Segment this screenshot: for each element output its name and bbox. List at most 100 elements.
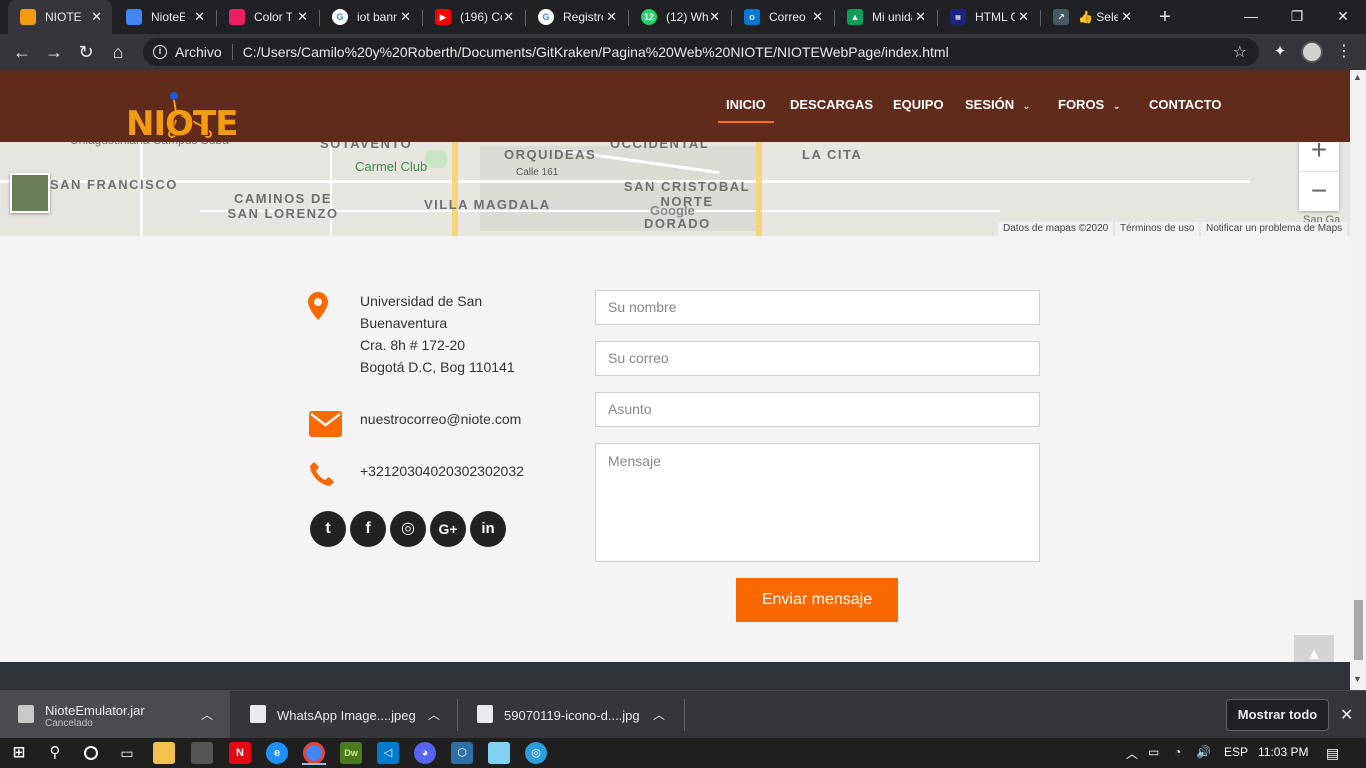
facebook-icon[interactable]: f [350, 511, 386, 547]
tab-close-icon[interactable]: ✕ [297, 9, 308, 25]
tab-drive[interactable]: ▲ Mi unidad ✕ [835, 0, 936, 34]
download-item[interactable]: NioteEmulator.jar Cancelado ︿ [0, 691, 230, 739]
store-icon[interactable] [191, 742, 213, 764]
phone-text[interactable]: +32120304020302302032 [360, 460, 524, 482]
tab-niote[interactable]: NIOTE ✕ [8, 0, 112, 34]
minimize-button[interactable]: — [1228, 0, 1274, 32]
cortana-icon[interactable] [80, 742, 102, 764]
notepad-icon[interactable] [488, 742, 510, 764]
file-explorer-icon[interactable] [153, 742, 175, 764]
chevron-up-icon[interactable]: ︿ [653, 706, 665, 723]
color-tool-favicon-icon [229, 9, 245, 25]
download-item[interactable]: WhatsApp Image....jpeg ︿ [232, 691, 457, 739]
clock[interactable]: 11:03 PM [1258, 745, 1308, 759]
google-plus-icon[interactable]: G+ [430, 511, 466, 547]
map-label: Carmel Club [355, 159, 428, 174]
battery-icon[interactable]: ▭ [1148, 745, 1159, 759]
map-report-link[interactable]: Notificar un problema de Maps [1201, 222, 1348, 236]
satellite-toggle[interactable] [10, 173, 50, 213]
nav-sesion[interactable]: SESIÓN ⌄ [965, 97, 1030, 112]
menu-kebab-icon[interactable]: ⋮ [1330, 38, 1358, 66]
reload-icon[interactable]: ↻ [72, 38, 100, 66]
tab-registro[interactable]: G Registro ✕ [526, 0, 627, 34]
tab-html-codes[interactable]: ▦ HTML Codes ✕ [938, 0, 1039, 34]
wifi-icon[interactable]: ◔ [1174, 745, 1181, 759]
vscode-icon[interactable]: ◁ [377, 742, 399, 764]
home-icon[interactable]: ⌂ [104, 38, 132, 66]
download-item[interactable]: 59070119-icono-d....jpg ︿ [459, 691, 684, 739]
tab-iot-banner[interactable]: G iot banner ✕ [320, 0, 421, 34]
zoom-out-button[interactable]: − [1299, 171, 1339, 211]
tray-chevron-icon[interactable]: ︿ [1126, 745, 1138, 762]
tab-close-icon[interactable]: ✕ [1018, 9, 1029, 25]
tab-close-icon[interactable]: ✕ [915, 9, 926, 25]
bookmark-star-icon[interactable]: ☆ [1233, 42, 1247, 62]
tab-whatsapp[interactable]: 12 (12) WhatsApp ✕ [629, 0, 730, 34]
tab-select[interactable]: ↗ 👍 Select ✕ [1041, 0, 1142, 34]
tab-close-icon[interactable]: ✕ [812, 9, 823, 25]
tab-correo[interactable]: o Correo ✕ [732, 0, 833, 34]
nav-foros[interactable]: FOROS ⌄ [1058, 97, 1120, 112]
scroll-down-icon[interactable]: ▼ [1353, 674, 1362, 684]
niote-logo[interactable]: NIOTE [126, 90, 258, 144]
nav-inicio[interactable]: INICIO [718, 97, 774, 123]
extensions-puzzle-icon[interactable]: ✦ [1266, 38, 1294, 66]
dreamweaver-icon[interactable]: Dw [340, 742, 362, 764]
tab-nioteemulator[interactable]: NioteEmulator ✕ [114, 0, 215, 34]
instagram-icon[interactable]: ◎ [390, 511, 426, 547]
scrollbar-thumb[interactable] [1354, 600, 1363, 660]
tab-close-icon[interactable]: ✕ [503, 9, 514, 25]
back-arrow-icon[interactable]: ← [8, 38, 36, 66]
new-tab-button[interactable]: + [1154, 4, 1176, 30]
map-terms-link[interactable]: Términos de uso [1115, 222, 1200, 236]
edge-icon[interactable]: e [266, 742, 288, 764]
close-downloads-icon[interactable]: ✕ [1340, 705, 1353, 725]
close-window-button[interactable]: ✕ [1320, 0, 1366, 32]
scroll-up-icon[interactable]: ▲ [1353, 72, 1362, 82]
send-message-button[interactable]: Enviar mensaje [736, 578, 898, 622]
tab-color-tool[interactable]: Color Tool ✕ [217, 0, 318, 34]
chevron-up-icon[interactable]: ︿ [201, 706, 213, 723]
email-text[interactable]: nuestrocorreo@niote.com [360, 408, 521, 430]
tab-close-icon[interactable]: ✕ [91, 9, 102, 25]
url-text[interactable]: C:/Users/Camilo%20y%20Roberth/Documents/… [243, 44, 949, 60]
search-icon[interactable]: ⚲ [44, 742, 66, 764]
virtualbox-icon[interactable]: ⬡ [451, 742, 473, 764]
chrome-icon[interactable] [302, 742, 326, 765]
nav-equipo[interactable]: EQUIPO [893, 97, 944, 112]
page-scrollbar[interactable]: ▲ ▼ [1350, 70, 1366, 690]
windows-start-icon[interactable]: ⊞ [8, 742, 30, 764]
tab-close-icon[interactable]: ✕ [400, 9, 411, 25]
email-field[interactable]: Su correo [595, 341, 1040, 376]
linkedin-icon[interactable]: in [470, 511, 506, 547]
tab-close-icon[interactable]: ✕ [194, 9, 205, 25]
task-view-icon[interactable]: ▭ [116, 742, 138, 764]
info-icon[interactable]: i [153, 45, 167, 59]
gitkraken-icon[interactable]: ◎ [525, 742, 547, 764]
nav-contacto[interactable]: CONTACTO [1149, 97, 1221, 112]
twitter-icon[interactable]: t [310, 511, 346, 547]
show-all-button[interactable]: Mostrar todo [1226, 699, 1329, 731]
address-bar[interactable]: i Archivo C:/Users/Camilo%20y%20Roberth/… [143, 38, 1259, 66]
nav-descargas[interactable]: DESCARGAS [790, 97, 873, 112]
tab-close-icon[interactable]: ✕ [1121, 9, 1132, 25]
discord-icon[interactable]: ◕ [414, 742, 436, 764]
notifications-icon[interactable]: ▤ [1326, 745, 1339, 762]
tab-close-icon[interactable]: ✕ [606, 9, 617, 25]
subject-field[interactable]: Asunto [595, 392, 1040, 427]
restore-button[interactable]: ❐ [1274, 0, 1320, 32]
nav-foros-label: FOROS [1058, 97, 1105, 112]
forward-arrow-icon[interactable]: → [40, 38, 68, 66]
select-favicon-icon: ↗ [1053, 9, 1069, 25]
netflix-icon[interactable]: N [229, 742, 251, 764]
address-line: Bogotá D.C, Bog 110141 [360, 359, 515, 375]
profile-avatar[interactable] [1298, 38, 1326, 66]
message-field[interactable]: Mensaje [595, 443, 1040, 562]
name-field[interactable]: Su nombre [595, 290, 1040, 325]
chevron-up-icon[interactable]: ︿ [428, 706, 440, 723]
language-indicator[interactable]: ESP [1224, 745, 1248, 759]
address: Universidad de San Buenaventura Cra. 8h … [360, 290, 515, 378]
tab-close-icon[interactable]: ✕ [709, 9, 720, 25]
volume-icon[interactable]: 🔊 [1196, 745, 1211, 759]
tab-youtube[interactable]: ▶ (196) Cómo ✕ [423, 0, 524, 34]
